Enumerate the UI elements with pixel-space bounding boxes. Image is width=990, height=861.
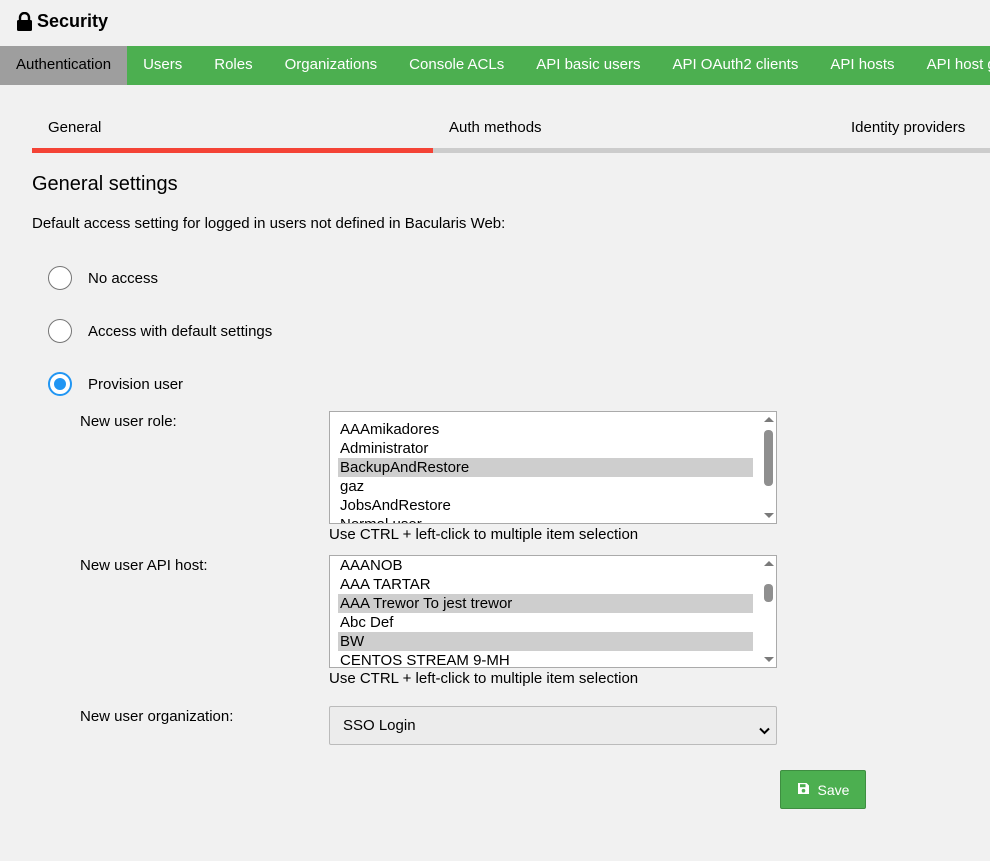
new-user-role-label: New user role: (80, 413, 177, 430)
list-item[interactable]: JobsAndRestore (338, 496, 753, 515)
role-selection-hint: Use CTRL + left-click to multiple item s… (329, 526, 639, 543)
list-item[interactable]: Normal user (338, 515, 753, 523)
chevron-down-icon (759, 722, 770, 740)
list-item[interactable]: Abc Def (338, 613, 753, 632)
tab-console-acls[interactable]: Console ACLs (393, 46, 520, 85)
scroll-thumb[interactable] (764, 584, 773, 602)
save-icon (797, 782, 810, 798)
list-item[interactable]: AAAmikadores (338, 420, 753, 439)
subtab-general[interactable]: General (48, 119, 101, 136)
radio-button[interactable] (48, 372, 72, 396)
list-item[interactable]: AAA Trewor To jest trewor (338, 594, 753, 613)
api-host-selection-hint: Use CTRL + left-click to multiple item s… (329, 670, 639, 687)
section-title: General settings (32, 173, 178, 195)
radio-label: Access with default settings (88, 322, 273, 340)
scroll-down-icon[interactable] (764, 657, 774, 662)
new-user-role-listbox[interactable]: AAAmikadores Administrator BackupAndRest… (329, 411, 777, 524)
tab-organizations[interactable]: Organizations (269, 46, 394, 85)
tab-api-oauth2-clients[interactable]: API OAuth2 clients (656, 46, 814, 85)
scroll-thumb[interactable] (764, 430, 773, 486)
list-item[interactable]: AAANOB (338, 556, 753, 575)
select-value: SSO Login (343, 717, 416, 734)
tab-api-host-groups[interactable]: API host groups (911, 46, 990, 85)
scroll-down-icon[interactable] (764, 513, 774, 518)
new-user-api-host-label: New user API host: (80, 557, 208, 574)
list-item[interactable]: BW (338, 632, 753, 651)
tab-api-hosts[interactable]: API hosts (814, 46, 910, 85)
tab-authentication[interactable]: Authentication (0, 46, 128, 85)
page-title: Security (37, 11, 109, 31)
scrollbar[interactable] (761, 556, 776, 667)
save-button-label: Save (817, 781, 850, 798)
tab-api-basic-users[interactable]: API basic users (520, 46, 656, 85)
list-item[interactable]: CENTOS STREAM 9-MH (338, 651, 753, 667)
subtab-auth-methods[interactable]: Auth methods (449, 119, 542, 136)
lock-icon (16, 12, 33, 31)
list-item[interactable]: AAA TARTAR (338, 575, 753, 594)
sub-tab-bar: General Auth methods Identity providers (32, 110, 990, 153)
radio-label: No access (88, 269, 159, 287)
radio-button[interactable] (48, 266, 72, 290)
subtab-identity-providers[interactable]: Identity providers (851, 119, 965, 136)
subtab-active-indicator (32, 148, 433, 153)
page-header: Security (16, 11, 108, 32)
list-item[interactable]: Administrator (338, 439, 753, 458)
scrollbar[interactable] (761, 412, 776, 523)
list-item[interactable]: BackupAndRestore (338, 458, 753, 477)
section-description: Default access setting for logged in use… (32, 215, 506, 232)
new-user-organization-label: New user organization: (80, 708, 234, 725)
save-button[interactable]: Save (780, 770, 866, 809)
radio-label: Provision user (88, 375, 184, 393)
new-user-organization-select[interactable]: SSO Login (329, 706, 777, 745)
tab-roles[interactable]: Roles (198, 46, 268, 85)
radio-no-access[interactable]: No access (48, 266, 158, 290)
radio-button[interactable] (48, 319, 72, 343)
list-item[interactable]: gaz (338, 477, 753, 496)
tab-users[interactable]: Users (127, 46, 198, 85)
radio-access-default[interactable]: Access with default settings (48, 319, 272, 343)
radio-provision-user[interactable]: Provision user (48, 372, 183, 396)
scroll-up-icon[interactable] (764, 417, 774, 422)
new-user-api-host-listbox[interactable]: AAANOB AAA TARTAR AAA Trewor To jest tre… (329, 555, 777, 668)
top-tab-bar: Authentication Users Roles Organizations… (0, 46, 990, 85)
scroll-up-icon[interactable] (764, 561, 774, 566)
